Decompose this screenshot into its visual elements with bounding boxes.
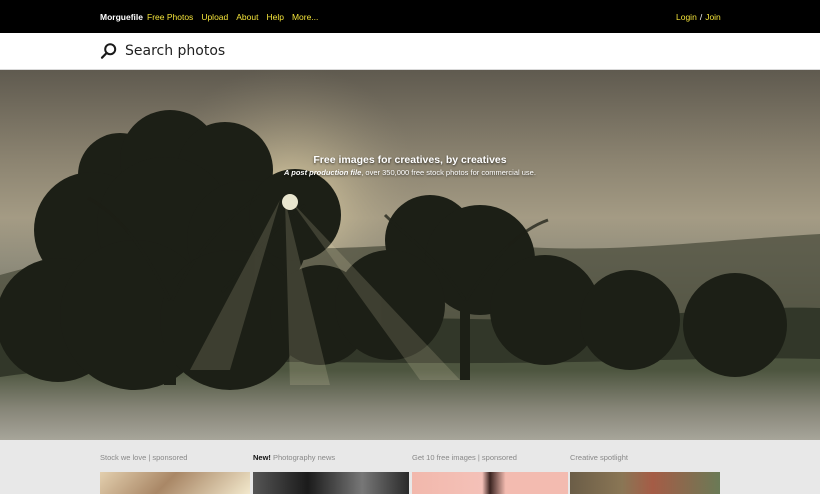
- top-navigation-bar: Morguefile Free Photos Upload About Help…: [0, 0, 820, 33]
- photography-news-text: Photography news: [270, 453, 336, 462]
- forest-sunrise-background: [0, 70, 820, 440]
- creative-spotlight-thumbnail[interactable]: [570, 472, 720, 494]
- free-images-thumbnail[interactable]: [412, 472, 568, 494]
- main-navigation: Free Photos Upload About Help More...: [147, 12, 318, 22]
- stock-we-love-label[interactable]: Stock we love | sponsored: [100, 453, 187, 462]
- search-icon[interactable]: [100, 42, 118, 60]
- nav-help-link[interactable]: Help: [266, 12, 283, 22]
- photo-search-bar: [0, 33, 820, 70]
- login-link[interactable]: Login: [676, 12, 697, 22]
- nav-upload-link[interactable]: Upload: [201, 12, 228, 22]
- brand-link[interactable]: Morguefile: [100, 12, 143, 22]
- auth-separator: /: [699, 12, 703, 22]
- featured-sections: Stock we love | sponsored New! Photograp…: [0, 453, 820, 467]
- hero-banner: Free images for creatives, by creatives …: [0, 70, 820, 440]
- nav-free-photos-link[interactable]: Free Photos: [147, 12, 193, 22]
- free-images-label[interactable]: Get 10 free images | sponsored: [412, 453, 517, 462]
- creative-spotlight-label[interactable]: Creative spotlight: [570, 453, 628, 462]
- hero-subtitle: A post production file, over 350,000 fre…: [0, 168, 820, 177]
- new-badge: New!: [253, 453, 271, 462]
- nav-more-link[interactable]: More...: [292, 12, 318, 22]
- hero-subtitle-text: , over 350,000 free stock photos for com…: [361, 168, 536, 177]
- hero-title: Free images for creatives, by creatives: [313, 154, 507, 166]
- account-links: Login / Join: [676, 12, 721, 22]
- join-link[interactable]: Join: [705, 12, 721, 22]
- photography-news-thumbnail[interactable]: [253, 472, 409, 494]
- search-input[interactable]: [125, 41, 725, 61]
- nav-about-link[interactable]: About: [236, 12, 258, 22]
- photography-news-label[interactable]: New! Photography news: [253, 453, 335, 462]
- stock-we-love-thumbnail[interactable]: [100, 472, 250, 494]
- hero-subtitle-emphasis: A post production file: [284, 168, 362, 177]
